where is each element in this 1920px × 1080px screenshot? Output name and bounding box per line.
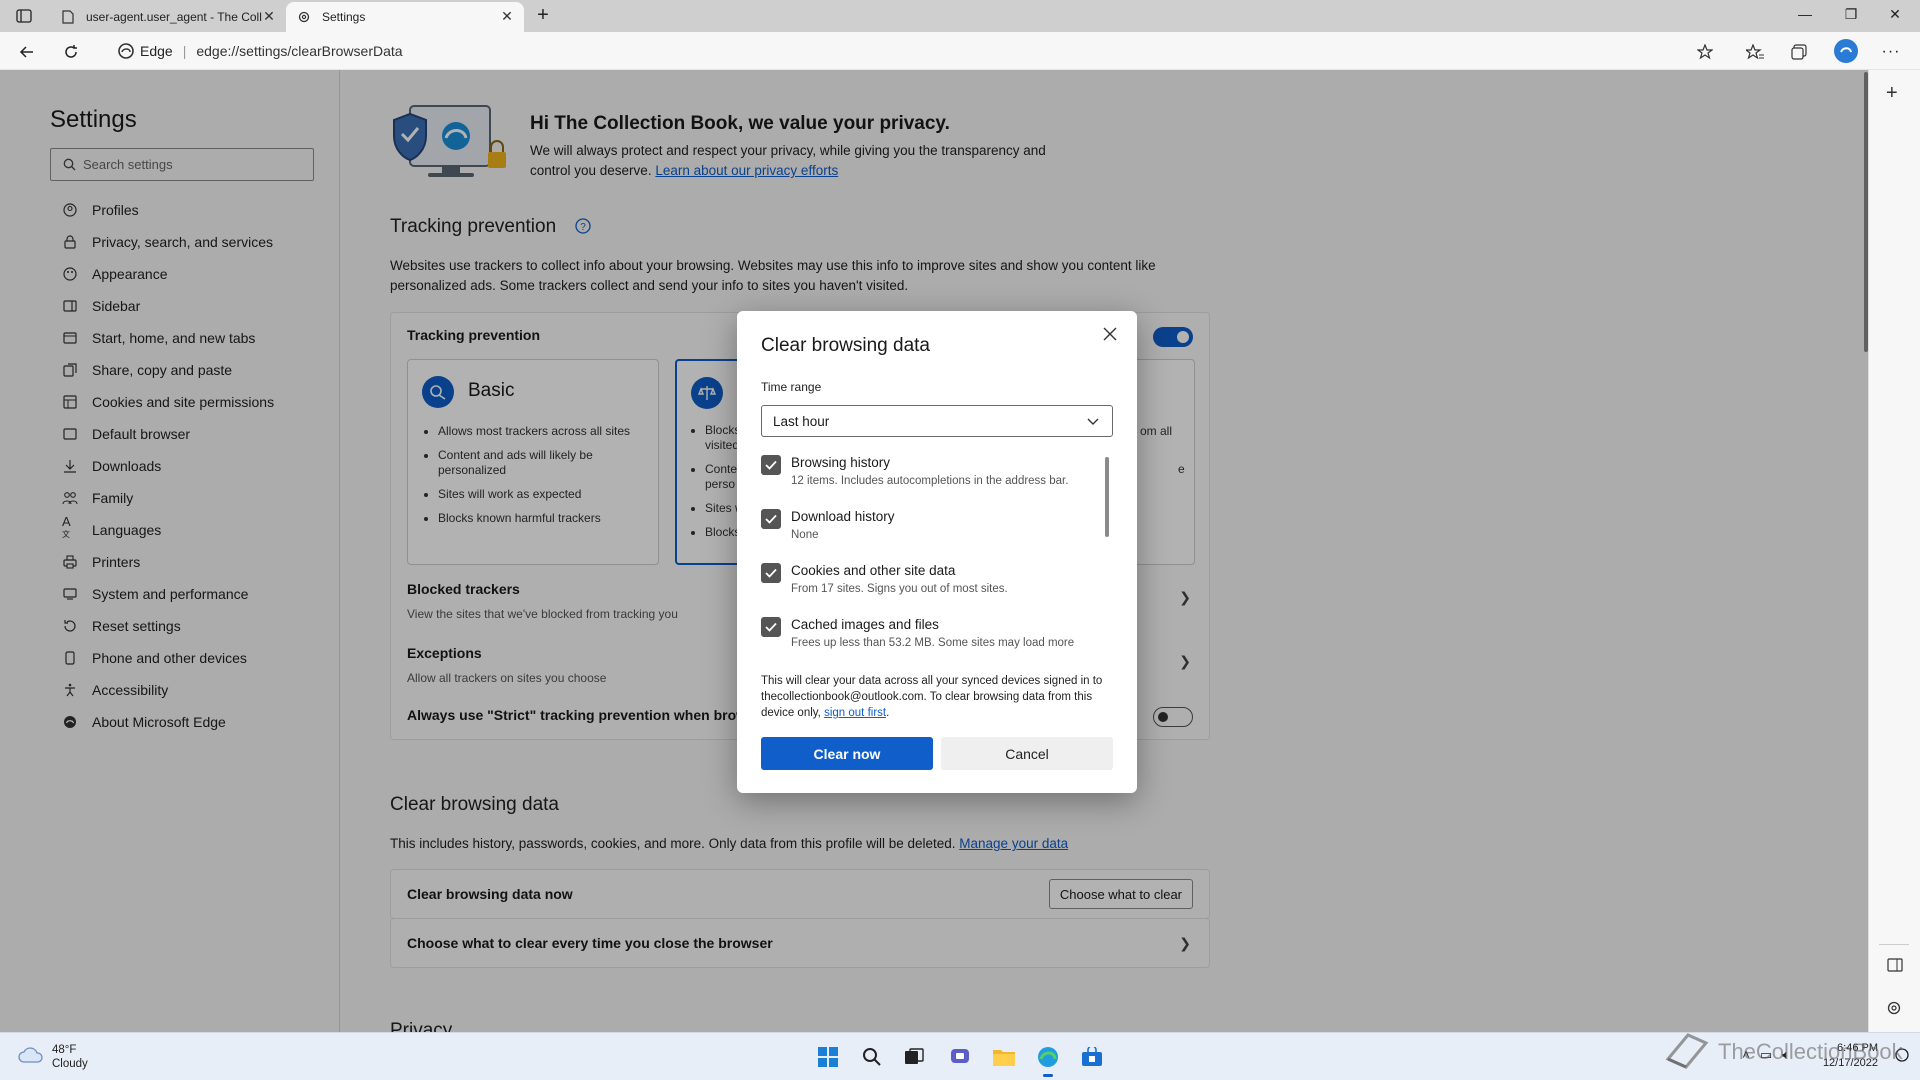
sidebar-settings-icon[interactable]: [1886, 1000, 1902, 1021]
dialog-scrollbar[interactable]: [1105, 457, 1109, 537]
profile-avatar[interactable]: [1833, 38, 1859, 64]
edge-taskbar-icon[interactable]: [1034, 1043, 1062, 1077]
weather-temp: 48°F: [52, 1044, 77, 1056]
weather-widget[interactable]: 48°F Cloudy: [18, 1043, 88, 1071]
volume-icon[interactable]: 🔈︎: [1782, 1047, 1790, 1063]
clock-time: 6:46 PM: [1837, 1042, 1878, 1054]
chevron-up-icon[interactable]: ˄: [1742, 1047, 1750, 1063]
edge-logo-icon: [118, 43, 134, 62]
option-title: Cookies and other site data: [791, 563, 956, 578]
note-text: This will clear your data across all you…: [761, 675, 1103, 719]
sync-note: This will clear your data across all you…: [761, 673, 1117, 721]
favorites-icon[interactable]: [1744, 41, 1766, 63]
collections-icon[interactable]: [1788, 41, 1810, 63]
restore-button[interactable]: ❐: [1836, 6, 1866, 26]
option-cookies[interactable]: Cookies and other site data From 17 site…: [761, 559, 1101, 609]
add-sidebar-icon[interactable]: +: [1886, 82, 1898, 105]
option-download-history[interactable]: Download history None: [761, 505, 1101, 555]
hide-sidebar-icon[interactable]: [1887, 958, 1903, 977]
time-range-label: Time range: [761, 380, 822, 394]
tab-settings[interactable]: Settings ✕: [286, 2, 524, 32]
note-end: .: [886, 707, 890, 719]
back-button[interactable]: [16, 41, 38, 63]
start-button[interactable]: [814, 1043, 842, 1071]
refresh-button[interactable]: [60, 41, 82, 63]
option-sub: From 17 sites. Signs you out of most sit…: [791, 583, 1008, 595]
weather-condition: Cloudy: [52, 1058, 88, 1070]
weather-text: 48°F Cloudy: [52, 1043, 88, 1071]
system-tray: ˄ ▭ 🔈︎: [1742, 1047, 1790, 1063]
option-sub: Frees up less than 53.2 MB. Some sites m…: [791, 637, 1075, 649]
option-sub: 12 items. Includes autocompletions in th…: [791, 475, 1069, 487]
address-toolbar: Edge | edge://settings/clearBrowserData …: [0, 32, 1920, 70]
address-bar[interactable]: Edge | edge://settings/clearBrowserData: [110, 37, 1710, 65]
file-explorer-icon[interactable]: [990, 1043, 1018, 1071]
new-tab-button[interactable]: +: [532, 5, 554, 27]
page-icon: [60, 9, 76, 25]
url-text: edge://settings/clearBrowserData: [196, 43, 403, 59]
add-favorite-icon[interactable]: [1694, 41, 1716, 63]
option-title: Cached images and files: [791, 617, 939, 632]
option-title: Browsing history: [791, 455, 891, 470]
tab-strip: user-agent.user_agent - The Coll ✕ Setti…: [0, 0, 1920, 32]
tab-title: user-agent.user_agent - The Coll: [86, 10, 262, 24]
clear-browsing-data-dialog: Clear browsing data Time range Last hour…: [737, 311, 1137, 793]
site-label: Edge: [140, 43, 173, 59]
tab-title: Settings: [322, 10, 366, 24]
refresh-icon: [65, 45, 77, 58]
option-cached-images[interactable]: Cached images and files Frees up less th…: [761, 613, 1101, 651]
close-icon[interactable]: [1095, 319, 1125, 349]
option-title: Download history: [791, 509, 895, 524]
gear-icon: [296, 9, 312, 25]
data-type-list: Browsing history 12 items. Includes auto…: [761, 451, 1113, 651]
notification-icon[interactable]: [1894, 1047, 1910, 1068]
checkbox-checked[interactable]: [761, 617, 781, 637]
chevron-down-icon: [1086, 414, 1100, 431]
network-icon[interactable]: ▭: [1760, 1047, 1772, 1063]
close-tab-icon[interactable]: ✕: [262, 9, 276, 23]
checkbox-checked[interactable]: [761, 509, 781, 529]
edge-sidebar: +: [1868, 70, 1920, 1032]
cloud-icon: [18, 1046, 44, 1069]
tab-actions-icon[interactable]: [12, 7, 36, 25]
time-range-value: Last hour: [773, 413, 830, 429]
cancel-button[interactable]: Cancel: [941, 737, 1113, 770]
close-window-button[interactable]: ✕: [1880, 6, 1910, 26]
time-range-select[interactable]: Last hour: [761, 405, 1113, 437]
clock[interactable]: 6:46 PM 12/17/2022: [1823, 1041, 1878, 1071]
sidebar-divider: [1879, 944, 1909, 945]
more-options-icon[interactable]: ···: [1880, 41, 1902, 63]
search-icon[interactable]: [858, 1043, 886, 1071]
checkbox-checked[interactable]: [761, 455, 781, 475]
address-separator: |: [182, 43, 187, 59]
tab-user-agent[interactable]: user-agent.user_agent - The Coll ✕: [50, 2, 286, 32]
task-view-icon[interactable]: [900, 1043, 928, 1071]
sign-out-link[interactable]: sign out first: [824, 707, 886, 719]
option-sub: None: [791, 529, 819, 541]
dialog-title: Clear browsing data: [761, 335, 930, 356]
clock-date: 12/17/2022: [1822, 1057, 1878, 1069]
teams-chat-icon[interactable]: [946, 1043, 974, 1071]
checkbox-checked[interactable]: [761, 563, 781, 583]
close-tab-icon[interactable]: ✕: [500, 9, 514, 23]
minimize-button[interactable]: —: [1790, 6, 1820, 26]
option-browsing-history[interactable]: Browsing history 12 items. Includes auto…: [761, 451, 1101, 501]
clear-now-button[interactable]: Clear now: [761, 737, 933, 770]
store-icon[interactable]: [1078, 1043, 1106, 1071]
back-arrow-icon: [19, 46, 33, 58]
taskbar: 48°F Cloudy ˄ ▭ 🔈︎ 6:46 PM 12/17/2022: [0, 1032, 1920, 1080]
